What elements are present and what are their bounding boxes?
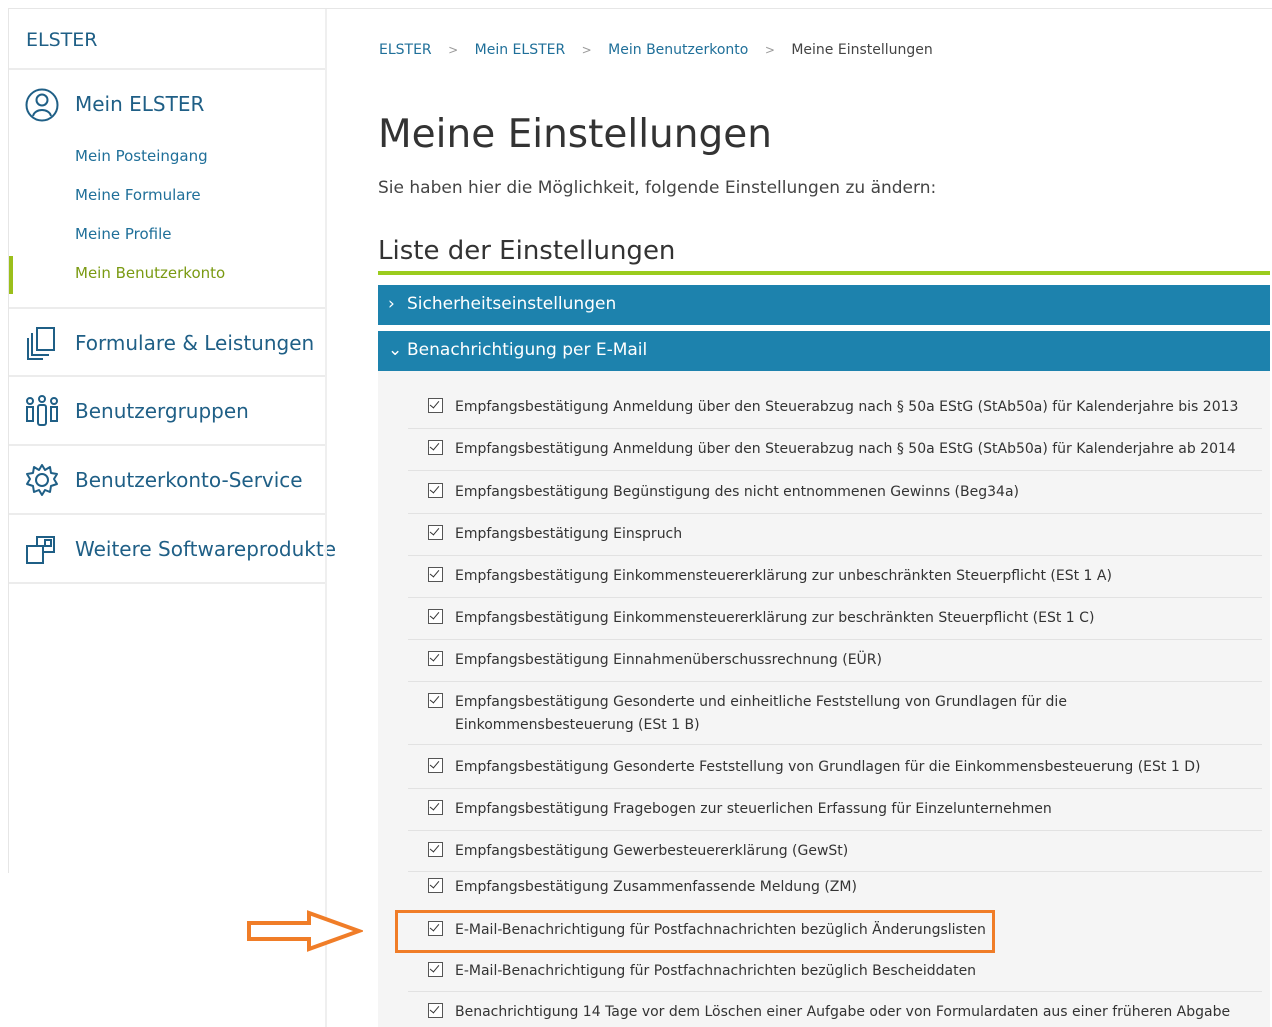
sidebar-item-formulare-leistungen[interactable]: Formulare & Leistungen [9, 309, 325, 375]
sidebar-divider [9, 582, 325, 584]
setting-label: Empfangsbestätigung Einspruch [455, 526, 683, 542]
sidebar: ELSTER Mein ELSTER Mein Posteingang Mein… [9, 9, 336, 1027]
setting-item[interactable]: Benachrichtigung 14 Tage vor dem Löschen… [408, 1001, 1262, 1027]
sidebar-item-label: Benutzerkonto-Service [75, 468, 303, 492]
checkbox-checked[interactable] [428, 609, 443, 624]
sidebar-item-weitere-softwareprodukte[interactable]: Weitere Softwareprodukte [9, 515, 336, 581]
gear-icon [26, 464, 58, 496]
sidebar-subitem-formulare[interactable]: Meine Formulare [75, 186, 201, 204]
sidebar-subitem-benutzerkonto[interactable]: Mein Benutzerkonto [75, 264, 225, 282]
breadcrumb-mein-benutzerkonto[interactable]: Mein Benutzerkonto [608, 42, 748, 58]
documents-icon [27, 327, 55, 360]
checkbox-checked[interactable] [428, 800, 443, 815]
checkbox-checked[interactable] [428, 651, 443, 666]
setting-item[interactable]: Empfangsbestätigung Anmeldung über den S… [408, 438, 1262, 471]
accordion-label: Benachrichtigung per E-Mail [407, 340, 648, 360]
setting-label: E-Mail-Benachrichtigung für Postfachnach… [455, 963, 977, 979]
sidebar-item-label: Formulare & Leistungen [75, 331, 315, 355]
accordion-label: Sicherheitseinstellungen [407, 294, 617, 314]
setting-item[interactable]: Empfangsbestätigung Anmeldung über den S… [408, 396, 1262, 429]
list-heading: Liste der Einstellungen [378, 236, 676, 266]
heading-underline [378, 271, 1270, 275]
sidebar-item-label: Weitere Softwareprodukte [75, 537, 337, 561]
sidebar-subitem-posteingang[interactable]: Mein Posteingang [75, 147, 208, 165]
person-circle-icon [25, 88, 59, 122]
highlight-box [395, 910, 995, 953]
setting-item[interactable]: Empfangsbestätigung Einkommensteuererklä… [408, 565, 1262, 598]
setting-item[interactable]: Empfangsbestätigung Zusammenfassende Mel… [408, 876, 1262, 906]
breadcrumb: ELSTER > Mein ELSTER > Mein Benutzerkont… [379, 42, 933, 58]
setting-label: Empfangsbestätigung Begünstigung des nic… [455, 484, 1019, 500]
breadcrumb-mein-elster[interactable]: Mein ELSTER [475, 42, 566, 58]
breadcrumb-current: Meine Einstellungen [791, 42, 933, 58]
sidebar-item-label: Benutzergruppen [75, 399, 249, 423]
active-indicator [9, 256, 13, 294]
setting-item[interactable]: Empfangsbestätigung Begünstigung des nic… [408, 481, 1262, 514]
external-product-icon [26, 536, 55, 564]
checkbox-checked[interactable] [428, 842, 443, 857]
annotation-arrow-icon [247, 910, 363, 952]
chevron-right-icon: > [764, 43, 775, 57]
checkbox-checked[interactable] [428, 483, 443, 498]
chevron-right-icon: › [388, 294, 395, 314]
checkbox-checked[interactable] [428, 693, 443, 708]
setting-item[interactable]: Empfangsbestätigung Fragebogen zur steue… [408, 798, 1262, 831]
setting-item[interactable]: E-Mail-Benachrichtigung für Postfachnach… [408, 960, 1262, 992]
checkbox-checked[interactable] [428, 962, 443, 977]
checkbox-checked[interactable] [428, 758, 443, 773]
setting-item[interactable]: Empfangsbestätigung Einnahmenüberschussr… [408, 649, 1262, 682]
sidebar-item-benutzergruppen[interactable]: Benutzergruppen [9, 377, 325, 443]
sidebar-item-mein-elster[interactable]: Mein ELSTER [9, 79, 325, 145]
setting-label: Benachrichtigung 14 Tage vor dem Löschen… [455, 1004, 1231, 1020]
user-group-icon [26, 395, 58, 426]
accordion-benachrichtigung[interactable]: ⌄ Benachrichtigung per E-Mail [378, 331, 1270, 371]
checkbox-checked[interactable] [428, 525, 443, 540]
checkbox-checked[interactable] [428, 440, 443, 455]
chevron-down-icon: ⌄ [388, 340, 403, 360]
setting-label: Empfangsbestätigung Gewerbesteuererkläru… [455, 843, 849, 859]
setting-item[interactable]: Empfangsbestätigung Gesonderte und einhe… [408, 691, 1262, 745]
setting-item[interactable]: Empfangsbestätigung Einkommensteuererklä… [408, 607, 1262, 640]
sidebar-divider [9, 68, 325, 70]
checkbox-checked[interactable] [428, 878, 443, 893]
page-intro: Sie haben hier die Möglichkeit, folgende… [378, 178, 937, 198]
breadcrumb-elster[interactable]: ELSTER [379, 42, 432, 58]
setting-item[interactable]: Empfangsbestätigung Einspruch [408, 523, 1262, 556]
checkbox-checked[interactable] [428, 567, 443, 582]
setting-label: Empfangsbestätigung Zusammenfassende Mel… [455, 879, 857, 895]
setting-label: Empfangsbestätigung Einkommensteuererklä… [455, 610, 1095, 626]
setting-label: Empfangsbestätigung Gesonderte Feststell… [455, 759, 1201, 775]
sidebar-brand[interactable]: ELSTER [26, 29, 97, 51]
sidebar-edge [325, 9, 327, 1027]
checkbox-checked[interactable] [428, 398, 443, 413]
sidebar-subitem-profile[interactable]: Meine Profile [75, 225, 171, 243]
setting-label: Empfangsbestätigung Einkommensteuererklä… [455, 568, 1112, 584]
sidebar-item-benutzerkonto-service[interactable]: Benutzerkonto-Service [9, 446, 325, 512]
chevron-right-icon: > [581, 43, 592, 57]
setting-label: Empfangsbestätigung Einnahmenüberschussr… [455, 652, 882, 668]
setting-item[interactable]: Empfangsbestätigung Gewerbesteuererkläru… [408, 840, 1262, 872]
setting-label: Empfangsbestätigung Anmeldung über den S… [455, 399, 1239, 415]
setting-label: Empfangsbestätigung Anmeldung über den S… [455, 441, 1236, 457]
sidebar-item-label: Mein ELSTER [75, 92, 205, 116]
page-title: Meine Einstellungen [378, 112, 772, 157]
checkbox-checked[interactable] [428, 1003, 443, 1018]
setting-item[interactable]: Empfangsbestätigung Gesonderte Feststell… [408, 756, 1262, 789]
setting-label: Empfangsbestätigung Fragebogen zur steue… [455, 801, 1052, 817]
accordion-sicherheitseinstellungen[interactable]: › Sicherheitseinstellungen [378, 285, 1270, 325]
chevron-right-icon: > [448, 43, 459, 57]
setting-label: Empfangsbestätigung Gesonderte und einhe… [455, 694, 1067, 733]
